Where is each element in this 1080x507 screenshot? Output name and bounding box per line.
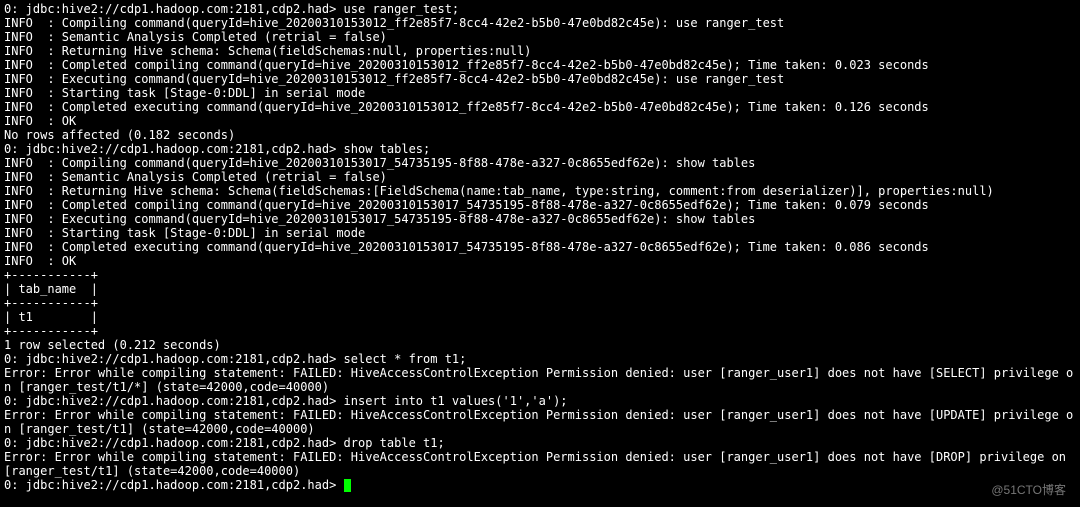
terminal-line: Error: Error while compiling statement: … xyxy=(4,366,1076,394)
terminal-line: +-----------+ xyxy=(4,296,1076,310)
terminal-line: INFO : Compiling command(queryId=hive_20… xyxy=(4,156,1076,170)
terminal-line: No rows affected (0.182 seconds) xyxy=(4,128,1076,142)
terminal-line: INFO : OK xyxy=(4,114,1076,128)
terminal-line: INFO : OK xyxy=(4,254,1076,268)
terminal-line: INFO : Starting task [Stage-0:DDL] in se… xyxy=(4,86,1076,100)
terminal-line: INFO : Semantic Analysis Completed (retr… xyxy=(4,30,1076,44)
terminal-line: +-----------+ xyxy=(4,268,1076,282)
terminal-line: | t1 | xyxy=(4,310,1076,324)
terminal-line: 0: jdbc:hive2://cdp1.hadoop.com:2181,cdp… xyxy=(4,394,1076,408)
terminal-line: Error: Error while compiling statement: … xyxy=(4,408,1076,436)
terminal-line: 0: jdbc:hive2://cdp1.hadoop.com:2181,cdp… xyxy=(4,2,1076,16)
terminal-line: 1 row selected (0.212 seconds) xyxy=(4,338,1076,352)
terminal-line: 0: jdbc:hive2://cdp1.hadoop.com:2181,cdp… xyxy=(4,478,1076,492)
terminal-line: INFO : Returning Hive schema: Schema(fie… xyxy=(4,184,1076,198)
terminal-line: | tab_name | xyxy=(4,282,1076,296)
terminal-line: INFO : Compiling command(queryId=hive_20… xyxy=(4,16,1076,30)
terminal-line: INFO : Completed executing command(query… xyxy=(4,240,1076,254)
terminal[interactable]: 0: jdbc:hive2://cdp1.hadoop.com:2181,cdp… xyxy=(0,0,1080,494)
terminal-line: INFO : Starting task [Stage-0:DDL] in se… xyxy=(4,226,1076,240)
watermark: @51CTO博客 xyxy=(991,483,1066,497)
terminal-line: 0: jdbc:hive2://cdp1.hadoop.com:2181,cdp… xyxy=(4,142,1076,156)
terminal-line: Error: Error while compiling statement: … xyxy=(4,450,1076,478)
terminal-line: INFO : Semantic Analysis Completed (retr… xyxy=(4,170,1076,184)
terminal-line: INFO : Returning Hive schema: Schema(fie… xyxy=(4,44,1076,58)
terminal-line: INFO : Completed compiling command(query… xyxy=(4,198,1076,212)
terminal-line: +-----------+ xyxy=(4,324,1076,338)
terminal-line: INFO : Completed compiling command(query… xyxy=(4,58,1076,72)
terminal-line: INFO : Executing command(queryId=hive_20… xyxy=(4,212,1076,226)
terminal-line: 0: jdbc:hive2://cdp1.hadoop.com:2181,cdp… xyxy=(4,352,1076,366)
terminal-line: INFO : Completed executing command(query… xyxy=(4,100,1076,114)
terminal-line: 0: jdbc:hive2://cdp1.hadoop.com:2181,cdp… xyxy=(4,436,1076,450)
cursor xyxy=(344,479,351,492)
terminal-line: INFO : Executing command(queryId=hive_20… xyxy=(4,72,1076,86)
